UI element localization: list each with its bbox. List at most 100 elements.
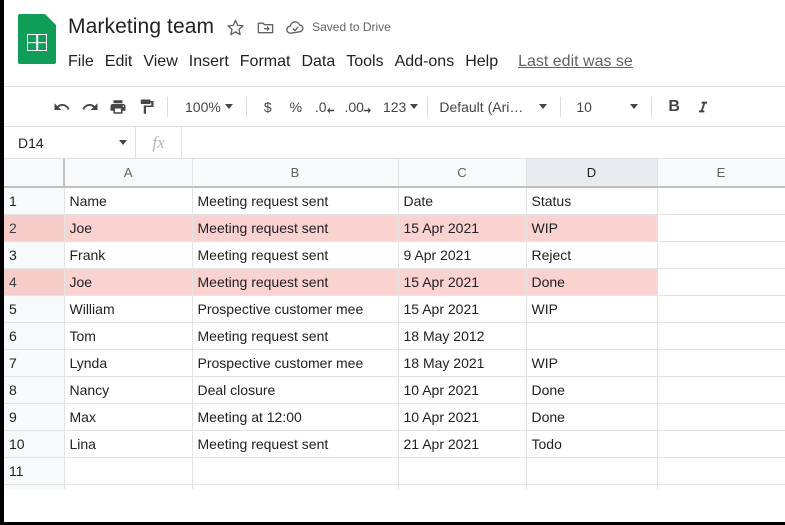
font-size-selector[interactable]: 10 bbox=[568, 100, 644, 114]
cell-E11[interactable] bbox=[657, 457, 785, 485]
cell-E2[interactable] bbox=[657, 214, 785, 242]
currency-format-button[interactable]: $ bbox=[254, 93, 282, 121]
cell-E12[interactable] bbox=[657, 484, 785, 489]
cell-D4[interactable]: Done bbox=[526, 268, 658, 296]
name-box[interactable]: D14 bbox=[4, 127, 136, 158]
cell-E1[interactable] bbox=[657, 187, 785, 215]
menu-item-file[interactable]: File bbox=[68, 51, 105, 73]
cell-C2[interactable]: 15 Apr 2021 bbox=[398, 214, 527, 242]
cell-C1[interactable]: Date bbox=[398, 187, 527, 215]
row-header-7[interactable]: 7 bbox=[4, 349, 65, 377]
cell-D3[interactable]: Reject bbox=[526, 241, 658, 269]
cell-C7[interactable]: 18 May 2021 bbox=[398, 349, 527, 377]
cell-D2[interactable]: WIP bbox=[526, 214, 658, 242]
menu-item-help[interactable]: Help bbox=[465, 51, 509, 73]
cell-A8[interactable]: Nancy bbox=[64, 376, 193, 404]
star-icon[interactable] bbox=[220, 12, 250, 42]
row-header-2[interactable]: 2 bbox=[4, 214, 65, 242]
cell-E3[interactable] bbox=[657, 241, 785, 269]
cell-D12[interactable] bbox=[526, 484, 658, 489]
menu-item-insert[interactable]: Insert bbox=[189, 51, 240, 73]
paint-format-icon[interactable] bbox=[132, 93, 160, 121]
menu-item-data[interactable]: Data bbox=[301, 51, 346, 73]
cell-C10[interactable]: 21 Apr 2021 bbox=[398, 430, 527, 458]
row-header-6[interactable]: 6 bbox=[4, 322, 65, 350]
cell-B7[interactable]: Prospective customer mee bbox=[192, 349, 399, 377]
increase-decimal-button[interactable]: .00 bbox=[340, 93, 377, 121]
row-header-9[interactable]: 9 bbox=[4, 403, 65, 431]
cell-B10[interactable]: Meeting request sent bbox=[192, 430, 399, 458]
column-header-b[interactable]: B bbox=[192, 159, 399, 188]
column-header-d[interactable]: D bbox=[526, 159, 658, 188]
document-title[interactable]: Marketing team bbox=[68, 15, 220, 39]
cell-B1[interactable]: Meeting request sent bbox=[192, 187, 399, 215]
menu-item-edit[interactable]: Edit bbox=[105, 51, 144, 73]
row-header-4[interactable]: 4 bbox=[4, 268, 65, 296]
cell-B3[interactable]: Meeting request sent bbox=[192, 241, 399, 269]
row-header-1[interactable]: 1 bbox=[4, 187, 65, 215]
cell-B12[interactable] bbox=[192, 484, 399, 489]
print-icon[interactable] bbox=[104, 93, 132, 121]
decrease-decimal-button[interactable]: .0 bbox=[310, 93, 340, 121]
cell-D5[interactable]: WIP bbox=[526, 295, 658, 323]
cell-B5[interactable]: Prospective customer mee bbox=[192, 295, 399, 323]
cell-E9[interactable] bbox=[657, 403, 785, 431]
menu-item-tools[interactable]: Tools bbox=[346, 51, 394, 73]
cell-A3[interactable]: Frank bbox=[64, 241, 193, 269]
cell-A6[interactable]: Tom bbox=[64, 322, 193, 350]
cell-E8[interactable] bbox=[657, 376, 785, 404]
cell-A2[interactable]: Joe bbox=[64, 214, 193, 242]
row-header-10[interactable]: 10 bbox=[4, 430, 65, 458]
cell-B4[interactable]: Meeting request sent bbox=[192, 268, 399, 296]
cell-B11[interactable] bbox=[192, 457, 399, 485]
cell-A12[interactable] bbox=[64, 484, 193, 489]
cell-A10[interactable]: Lina bbox=[64, 430, 193, 458]
spreadsheet-grid[interactable]: A B C D E 1 Name Meeting request sent Date S… bbox=[4, 159, 785, 489]
move-to-folder-icon[interactable] bbox=[250, 12, 280, 42]
cell-A1[interactable]: Name bbox=[64, 187, 193, 215]
cell-B2[interactable]: Meeting request sent bbox=[192, 214, 399, 242]
cell-C9[interactable]: 10 Apr 2021 bbox=[398, 403, 527, 431]
cell-D6[interactable] bbox=[526, 322, 658, 350]
bold-button[interactable]: B bbox=[659, 93, 689, 121]
menu-item-format[interactable]: Format bbox=[240, 51, 302, 73]
cell-B6[interactable]: Meeting request sent bbox=[192, 322, 399, 350]
undo-icon[interactable] bbox=[48, 93, 76, 121]
percent-format-button[interactable]: % bbox=[282, 93, 310, 121]
cell-D7[interactable]: WIP bbox=[526, 349, 658, 377]
cell-E10[interactable] bbox=[657, 430, 785, 458]
cell-E7[interactable] bbox=[657, 349, 785, 377]
cell-C5[interactable]: 15 Apr 2021 bbox=[398, 295, 527, 323]
zoom-selector[interactable]: 100% bbox=[175, 100, 239, 114]
cell-C3[interactable]: 9 Apr 2021 bbox=[398, 241, 527, 269]
cloud-saved-icon[interactable] bbox=[280, 12, 310, 42]
cell-C4[interactable]: 15 Apr 2021 bbox=[398, 268, 527, 296]
number-format-selector[interactable]: 123 bbox=[377, 100, 420, 114]
cell-A5[interactable]: William bbox=[64, 295, 193, 323]
chevron-down-icon[interactable] bbox=[119, 140, 127, 145]
last-edit-link[interactable]: Last edit was se bbox=[518, 53, 633, 71]
cell-B8[interactable]: Deal closure bbox=[192, 376, 399, 404]
cell-E4[interactable] bbox=[657, 268, 785, 296]
column-header-c[interactable]: C bbox=[398, 159, 527, 188]
column-header-e[interactable]: E bbox=[657, 159, 785, 188]
cell-D11[interactable] bbox=[526, 457, 658, 485]
cell-C11[interactable] bbox=[398, 457, 527, 485]
row-header-12[interactable]: 12 bbox=[4, 484, 65, 489]
row-header-5[interactable]: 5 bbox=[4, 295, 65, 323]
menu-item-addons[interactable]: Add-ons bbox=[395, 51, 466, 73]
cell-A4[interactable]: Joe bbox=[64, 268, 193, 296]
cell-E6[interactable] bbox=[657, 322, 785, 350]
cell-C6[interactable]: 18 May 2012 bbox=[398, 322, 527, 350]
row-header-11[interactable]: 11 bbox=[4, 457, 65, 485]
cell-D1[interactable]: Status bbox=[526, 187, 658, 215]
select-all-corner[interactable] bbox=[4, 159, 65, 188]
row-header-3[interactable]: 3 bbox=[4, 241, 65, 269]
italic-button[interactable] bbox=[689, 93, 717, 121]
cell-C8[interactable]: 10 Apr 2021 bbox=[398, 376, 527, 404]
cell-C12[interactable] bbox=[398, 484, 527, 489]
cell-D9[interactable]: Done bbox=[526, 403, 658, 431]
font-family-selector[interactable]: Default (Ari… bbox=[435, 100, 553, 114]
cell-A11[interactable] bbox=[64, 457, 193, 485]
formula-input[interactable] bbox=[182, 127, 785, 158]
